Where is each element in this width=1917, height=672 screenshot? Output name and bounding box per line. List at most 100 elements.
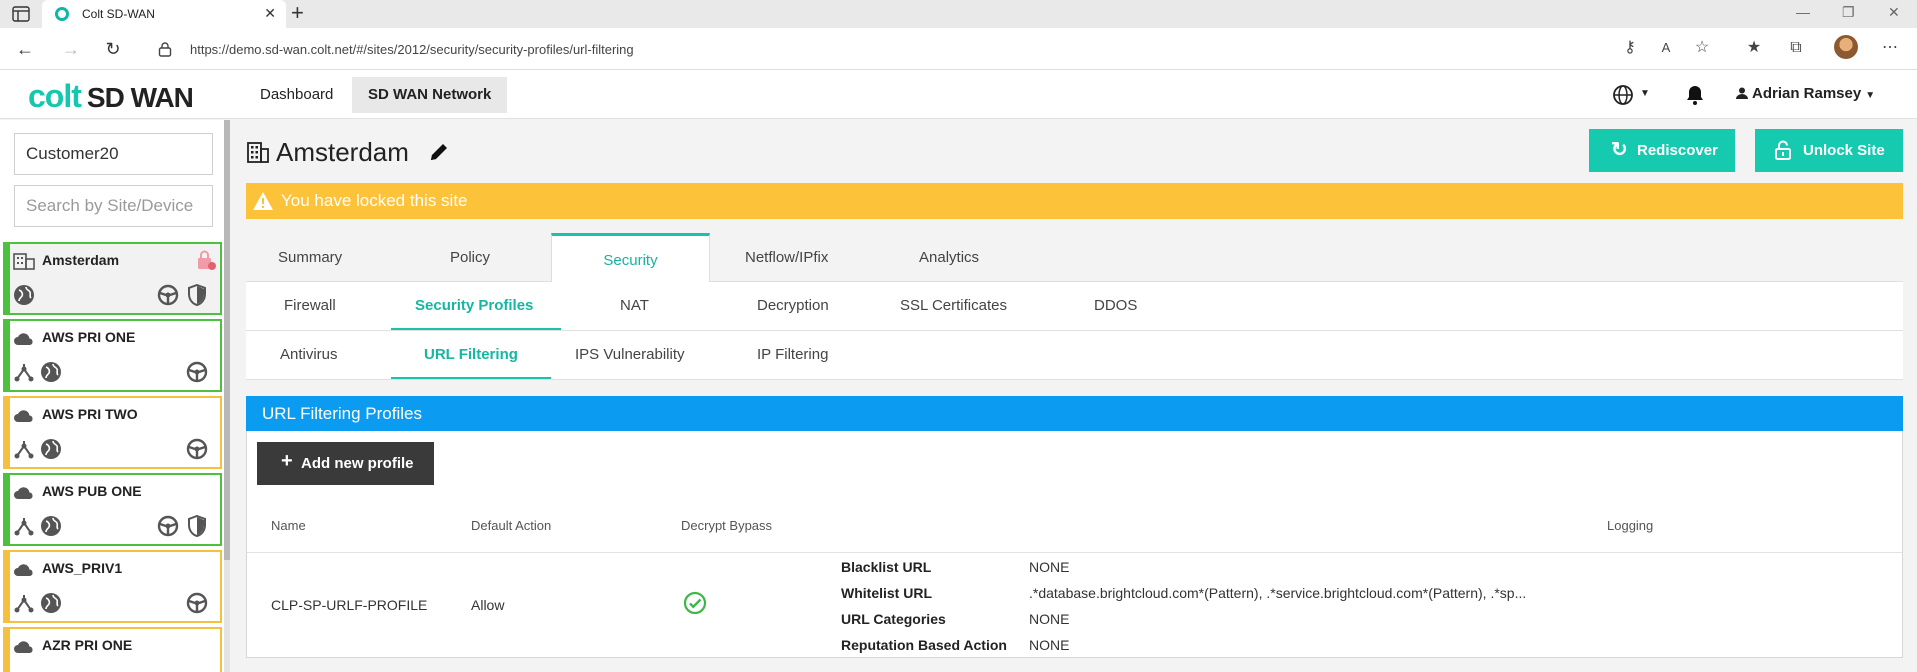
building-icon bbox=[247, 142, 269, 163]
new-tab-icon[interactable]: + bbox=[291, 2, 304, 24]
app-header: colt SD WAN Dashboard SD WAN Network ▼ Ad… bbox=[0, 70, 1917, 119]
panel-header: URL Filtering Profiles bbox=[246, 396, 1903, 431]
detail-value-url-categories: NONE bbox=[1029, 611, 1070, 627]
column-header-decrypt-bypass: Decrypt Bypass bbox=[681, 518, 773, 533]
security-profiles-active-underline bbox=[391, 328, 561, 330]
subtab-antivirus[interactable]: Antivirus bbox=[280, 346, 338, 363]
subtab-security-profiles[interactable]: Security Profiles bbox=[415, 297, 533, 314]
alert-text: You have locked this site bbox=[281, 191, 468, 210]
tab-actions-icon[interactable] bbox=[12, 6, 30, 22]
browser-tab-title: Colt SD-WAN bbox=[82, 7, 155, 21]
subtab-ips-vulnerability[interactable]: IPS Vulnerability bbox=[575, 346, 685, 363]
profile-default-action: Allow bbox=[471, 597, 505, 613]
site-item-amsterdam[interactable]: Amsterdam bbox=[3, 242, 222, 315]
tab-policy[interactable]: Policy bbox=[450, 249, 490, 266]
tab-analytics[interactable]: Analytics bbox=[919, 249, 979, 266]
site-locked-alert: You have locked this site bbox=[246, 183, 1903, 219]
user-icon bbox=[1736, 87, 1748, 99]
internet-globe-icon bbox=[41, 593, 61, 613]
read-aloud-icon[interactable]: A bbox=[1656, 38, 1676, 58]
minimize-icon[interactable]: — bbox=[1796, 4, 1810, 20]
url-text[interactable]: https://demo.sd-wan.colt.net/#/sites/201… bbox=[190, 42, 634, 57]
logo-colt-text: colt bbox=[28, 78, 82, 114]
restore-icon[interactable]: ❐ bbox=[1842, 4, 1855, 21]
unlock-site-label: Unlock Site bbox=[1803, 142, 1885, 159]
tab-close-icon[interactable]: ✕ bbox=[264, 6, 276, 20]
site-name: AWS PRI TWO bbox=[42, 406, 138, 422]
colt-sdwan-logo[interactable]: colt SD WAN bbox=[28, 78, 194, 115]
subtab-decryption[interactable]: Decryption bbox=[757, 297, 829, 314]
window-close-icon[interactable]: ✕ bbox=[1888, 4, 1900, 21]
detail-key-whitelist-url: Whitelist URL bbox=[841, 585, 932, 601]
site-name: AZR PRI ONE bbox=[42, 637, 133, 653]
cloud-icon bbox=[14, 410, 33, 422]
internet-globe-icon bbox=[41, 516, 61, 536]
subtab-ddos[interactable]: DDOS bbox=[1094, 297, 1137, 314]
site-tabs: Summary Policy Netflow/IPfix Analytics bbox=[246, 233, 1903, 282]
steering-wheel-icon bbox=[186, 592, 208, 614]
internet-globe-icon bbox=[14, 285, 34, 305]
forward-icon[interactable]: → bbox=[60, 38, 82, 60]
subtab-nat[interactable]: NAT bbox=[620, 297, 649, 314]
logo-sdwan-text: SD WAN bbox=[86, 82, 194, 113]
shield-icon bbox=[188, 284, 206, 306]
topology-icon bbox=[14, 518, 34, 536]
detail-value-reputation-based-action: NONE bbox=[1029, 637, 1070, 653]
rediscover-button[interactable]: ↻ Rediscover bbox=[1589, 129, 1735, 172]
site-item-aws-pri-two[interactable]: AWS PRI TWO bbox=[3, 396, 222, 469]
bell-icon[interactable] bbox=[1684, 84, 1706, 106]
site-item-aws-pri-one[interactable]: AWS PRI ONE bbox=[3, 319, 222, 392]
add-favorite-icon[interactable]: ☆ bbox=[1692, 38, 1712, 58]
site-sidebar: Customer20 Search by Site/Device Amsterd… bbox=[0, 120, 230, 672]
cloud-icon bbox=[14, 333, 33, 345]
nav-dashboard[interactable]: Dashboard bbox=[244, 77, 349, 113]
favorites-icon[interactable]: ★ bbox=[1744, 38, 1764, 58]
key-icon[interactable]: ⚷ bbox=[1620, 38, 1640, 58]
browser-address-bar: ← → ↻ https://demo.sd-wan.colt.net/#/sit… bbox=[0, 28, 1917, 70]
collections-icon[interactable]: ⧉ bbox=[1786, 38, 1806, 58]
detail-value-whitelist-url: .*database.brightcloud.com*(Pattern), .*… bbox=[1029, 585, 1527, 601]
steering-wheel-icon bbox=[157, 284, 179, 306]
globe-icon[interactable] bbox=[1612, 84, 1634, 106]
subtab-firewall[interactable]: Firewall bbox=[284, 297, 336, 314]
steering-wheel-icon bbox=[186, 438, 208, 460]
subtab-ip-filtering[interactable]: IP Filtering bbox=[757, 346, 828, 363]
security-subtabs: Firewall Security Profiles NAT Decryptio… bbox=[246, 282, 1903, 331]
sidebar-scrollbar-thumb[interactable] bbox=[224, 120, 230, 560]
nav-sd-wan-network[interactable]: SD WAN Network bbox=[352, 77, 508, 113]
site-item-aws-priv1[interactable]: AWS_PRIV1 bbox=[3, 550, 222, 623]
lock-icon[interactable] bbox=[158, 41, 172, 57]
more-options-icon[interactable]: ⋯ bbox=[1880, 38, 1900, 58]
url-field[interactable]: https://demo.sd-wan.colt.net/#/sites/201… bbox=[140, 34, 1790, 64]
edit-pencil-icon[interactable] bbox=[428, 141, 450, 163]
site-name: AWS PUB ONE bbox=[42, 483, 142, 499]
tab-summary[interactable]: Summary bbox=[278, 249, 342, 266]
page-title: Amsterdam bbox=[276, 137, 409, 167]
detail-key-blacklist-url: Blacklist URL bbox=[841, 559, 932, 575]
browser-tab[interactable]: Colt SD-WAN ✕ bbox=[42, 0, 286, 28]
cloud-icon bbox=[14, 564, 33, 576]
detail-key-reputation-based-action: Reputation Based Action bbox=[841, 637, 1007, 653]
topology-icon bbox=[14, 364, 34, 382]
back-icon[interactable]: ← bbox=[14, 38, 36, 60]
user-caret-icon: ▼ bbox=[1865, 90, 1876, 101]
table-header-divider bbox=[247, 552, 1902, 553]
unlock-site-button[interactable]: Unlock Site bbox=[1755, 129, 1903, 172]
customer-field[interactable]: Customer20 bbox=[14, 133, 213, 175]
tab-security[interactable]: Security bbox=[551, 233, 710, 283]
site-search-input[interactable]: Search by Site/Device bbox=[14, 185, 213, 227]
refresh-icon[interactable]: ↻ bbox=[102, 38, 124, 60]
add-new-profile-button[interactable]: + Add new profile bbox=[257, 442, 434, 485]
site-item-aws-pub-one[interactable]: AWS PUB ONE bbox=[3, 473, 222, 546]
site-item-azr-pri-one[interactable]: AZR PRI ONE bbox=[3, 627, 222, 672]
detail-value-blacklist-url: NONE bbox=[1029, 559, 1070, 575]
language-caret-icon[interactable]: ▼ bbox=[1640, 88, 1650, 99]
tab-netflow-ipfix[interactable]: Netflow/IPfix bbox=[745, 249, 828, 266]
browser-profile-avatar[interactable] bbox=[1834, 35, 1858, 59]
subtab-ssl-certificates[interactable]: SSL Certificates bbox=[900, 297, 1007, 314]
internet-globe-icon bbox=[41, 439, 61, 459]
building-icon bbox=[13, 253, 35, 270]
subtab-url-filtering[interactable]: URL Filtering bbox=[424, 346, 518, 363]
user-menu[interactable]: Adrian Ramsey ▼ bbox=[1736, 85, 1875, 102]
site-name: Amsterdam bbox=[42, 252, 120, 268]
